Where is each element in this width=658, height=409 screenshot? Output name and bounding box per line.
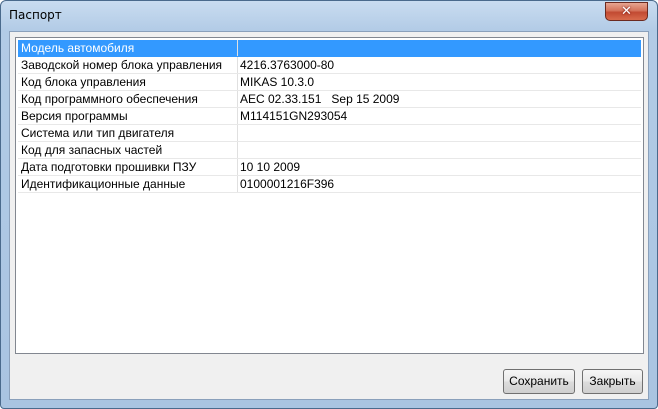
row-label: Идентификационные данные: [21, 177, 186, 191]
row-value: 4216.3763000-80: [240, 58, 335, 72]
row-value: [240, 40, 638, 56]
column-divider: [237, 142, 238, 158]
row-label: Система или тип двигателя: [21, 126, 175, 140]
row-value: AEC 02.33.151 Sep 15 2009: [240, 92, 400, 106]
row-label: Заводской номер блока управления: [21, 58, 223, 72]
row-label: Версия программы: [21, 109, 128, 123]
column-divider: [237, 176, 238, 192]
column-divider: [237, 74, 238, 90]
table-row[interactable]: Версия программы M114151GN293054: [18, 108, 641, 125]
title-bar[interactable]: Паспорт ✕: [1, 1, 657, 31]
passport-dialog: Паспорт ✕ Модель автомобиля Заводской но…: [0, 0, 658, 409]
row-value: 10 10 2009: [240, 160, 301, 174]
table-row[interactable]: Модель автомобиля: [18, 40, 641, 57]
row-value: M114151GN293054: [240, 109, 348, 123]
row-label: Код программного обеспечения: [21, 92, 198, 106]
dialog-client-area: Модель автомобиля Заводской номер блока …: [9, 31, 649, 400]
column-divider: [237, 40, 238, 56]
row-value: MIKAS 10.3.0: [240, 75, 315, 89]
row-value: [240, 125, 638, 141]
column-divider: [237, 57, 238, 73]
table-row[interactable]: Идентификационные данные 0100001216F396: [18, 176, 641, 193]
table-row[interactable]: Система или тип двигателя: [18, 125, 641, 142]
passport-table: Модель автомобиля Заводской номер блока …: [15, 37, 644, 354]
table-row[interactable]: Заводской номер блока управления 4216.37…: [18, 57, 641, 74]
column-divider: [237, 159, 238, 175]
column-divider: [237, 91, 238, 107]
column-divider: [237, 108, 238, 124]
save-button[interactable]: Сохранить: [503, 369, 575, 394]
close-icon: ✕: [621, 4, 632, 19]
row-label: Код для запасных частей: [21, 143, 163, 157]
table-row[interactable]: Код блока управления MIKAS 10.3.0: [18, 74, 641, 91]
row-value: [240, 142, 638, 158]
row-label: Модель автомобиля: [21, 41, 135, 55]
row-value: 0100001216F396: [240, 177, 335, 191]
table-row[interactable]: Код программного обеспечения AEC 02.33.1…: [18, 91, 641, 108]
window-close-button[interactable]: ✕: [605, 2, 648, 21]
window-title: Паспорт: [9, 8, 62, 22]
table-row[interactable]: Код для запасных частей: [18, 142, 641, 159]
row-label: Дата подготовки прошивки ПЗУ: [21, 160, 197, 174]
close-button[interactable]: Закрыть: [582, 369, 643, 394]
column-divider: [237, 125, 238, 141]
table-row[interactable]: Дата подготовки прошивки ПЗУ 10 10 2009: [18, 159, 641, 176]
row-label: Код блока управления: [21, 75, 146, 89]
